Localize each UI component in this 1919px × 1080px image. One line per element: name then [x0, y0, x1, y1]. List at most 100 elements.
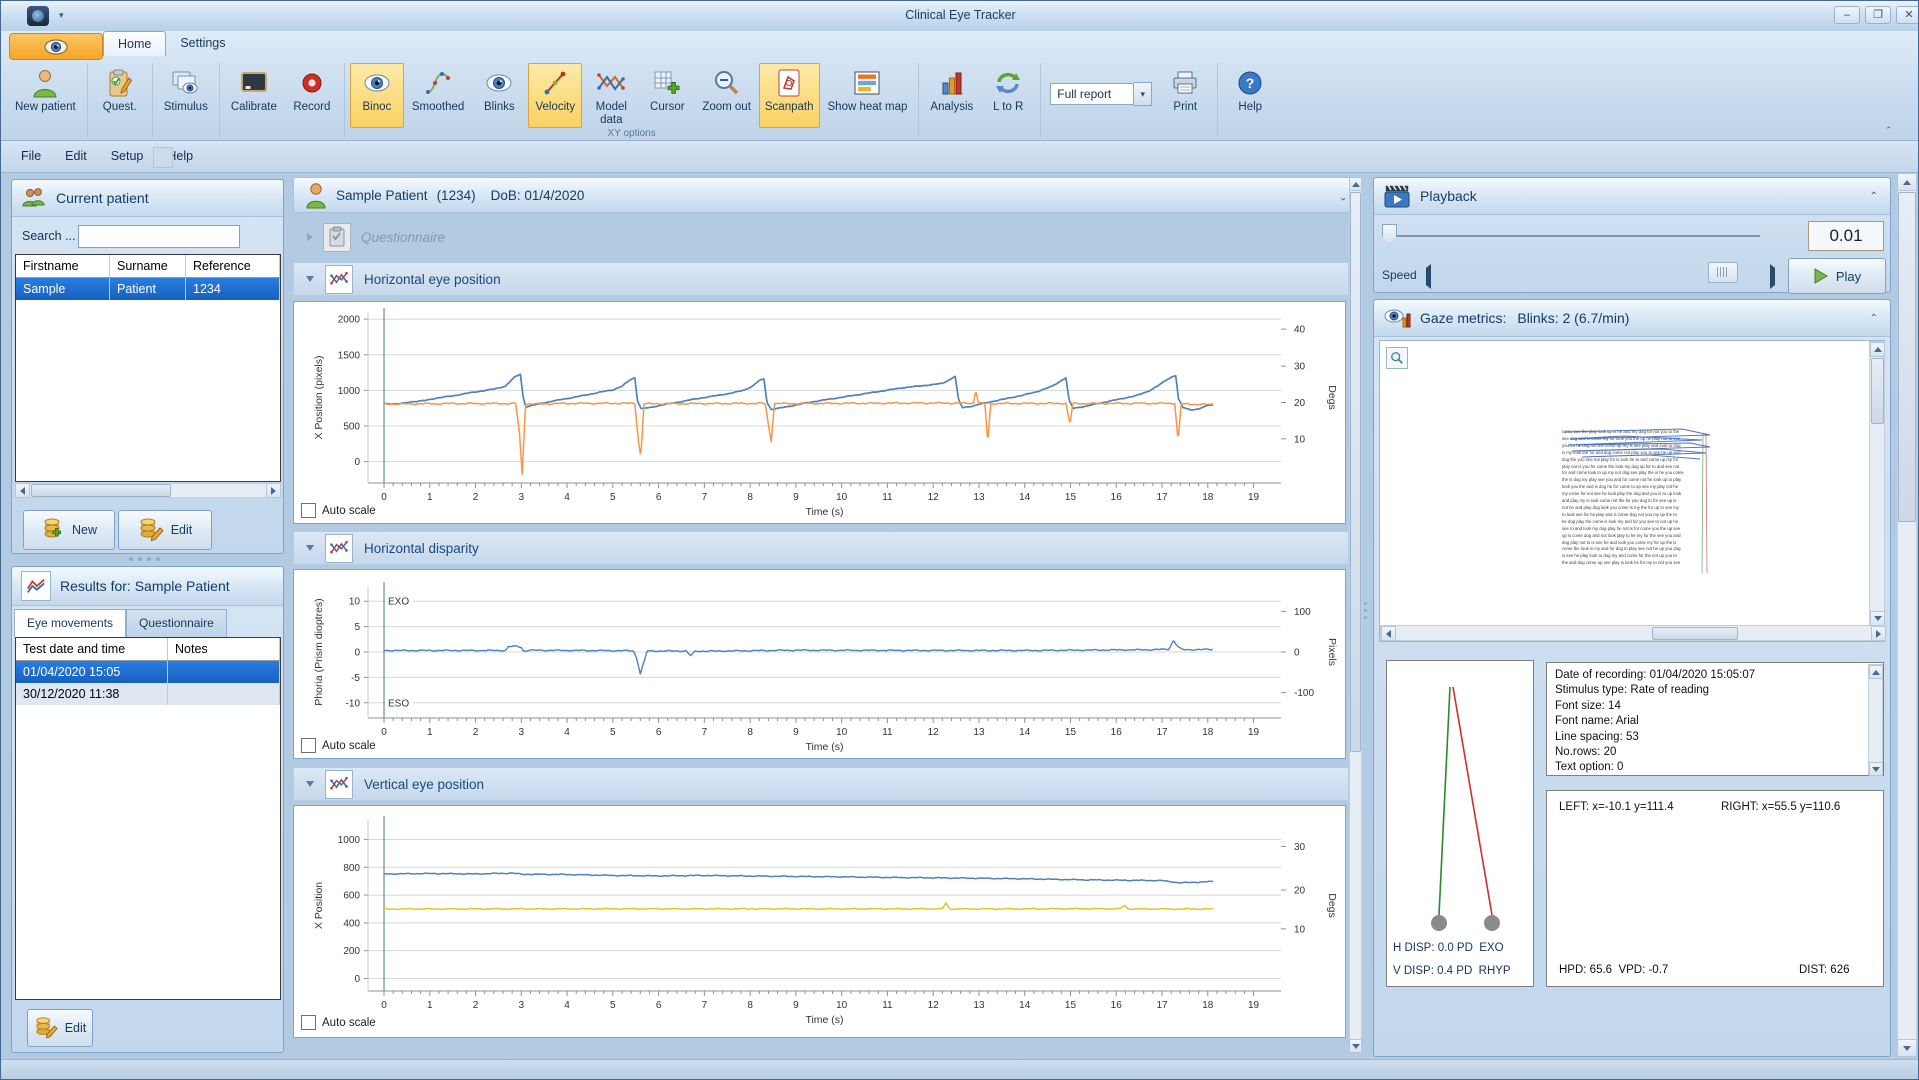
- section-header-horizontal-disparity[interactable]: Horizontal disparity: [293, 531, 1349, 565]
- playback-position-value[interactable]: 0.01: [1808, 221, 1884, 251]
- collapse-icon[interactable]: ⌃: [1870, 191, 1878, 202]
- auto-scale-checkbox[interactable]: [301, 503, 316, 518]
- play-button[interactable]: Play: [1788, 258, 1886, 294]
- new-patient-record-button[interactable]: New: [23, 510, 115, 550]
- collapse-icon[interactable]: [306, 545, 314, 551]
- ribbon-button-stimulus[interactable]: Stimulus: [158, 63, 214, 125]
- table-row[interactable]: 30/12/2020 11:38: [16, 683, 280, 705]
- playback-slider-track[interactable]: [1388, 235, 1760, 237]
- table-row[interactable]: SamplePatient1234: [16, 278, 280, 300]
- scroll-right-icon[interactable]: [266, 483, 281, 498]
- report-type-select[interactable]: Full report▾: [1050, 82, 1152, 106]
- ribbon-button-print[interactable]: Print: [1158, 63, 1212, 125]
- right-splitter[interactable]: [1363, 177, 1369, 1053]
- patient-table-hscrollbar[interactable]: [15, 483, 281, 498]
- expand-icon[interactable]: [307, 233, 313, 241]
- table-row[interactable]: 01/04/2020 15:05: [16, 661, 280, 683]
- maximize-button[interactable]: ❐: [1865, 6, 1891, 24]
- collapse-icon[interactable]: [306, 781, 314, 787]
- scroll-thumb[interactable]: [1898, 192, 1916, 522]
- ribbon-button-binoc[interactable]: Binoc: [350, 63, 404, 128]
- horizontal-disparity-chart[interactable]: -10-505101000-10001234567891011121314151…: [293, 569, 1346, 759]
- menu-file[interactable]: File: [9, 141, 53, 163]
- scanpath-hscrollbar[interactable]: [1380, 625, 1885, 641]
- ribbon-button-velocity[interactable]: Velocity: [528, 63, 582, 128]
- edit-patient-record-button[interactable]: Edit: [118, 510, 212, 550]
- ribbon-button-l-to-r[interactable]: L to R: [981, 63, 1035, 125]
- speed-slider-thumb[interactable]: [1708, 262, 1738, 283]
- section-header-horizontal-eye-position[interactable]: Horizontal eye position: [293, 262, 1349, 296]
- scroll-thumb[interactable]: [31, 484, 171, 497]
- application-button[interactable]: [9, 33, 103, 60]
- scroll-thumb[interactable]: [1350, 192, 1361, 752]
- scroll-up-icon[interactable]: [1869, 665, 1883, 679]
- ribbon-button-calibrate[interactable]: Calibrate: [225, 63, 283, 125]
- ribbon-button-smoothed[interactable]: Smoothed: [406, 63, 470, 128]
- scroll-thumb[interactable]: [1871, 358, 1884, 424]
- auto-scale-checkbox[interactable]: [301, 738, 316, 753]
- results-table[interactable]: Test date and timeNotes01/04/2020 15:053…: [15, 637, 281, 1000]
- scroll-up-icon[interactable]: [1897, 173, 1917, 191]
- menu-edit[interactable]: Edit: [53, 141, 99, 163]
- chevron-down-icon[interactable]: ⌃: [1339, 190, 1347, 201]
- menu-setup[interactable]: Setup: [99, 141, 156, 163]
- ribbon-group: Stimulus: [154, 61, 218, 139]
- tab-eye-movements[interactable]: Eye movements: [14, 609, 126, 637]
- ribbon-button-scanpath[interactable]: Scanpath: [759, 63, 820, 128]
- patient-table[interactable]: FirstnameSurnameReferenceSamplePatient12…: [15, 254, 281, 482]
- ribbon-button-zoom-out[interactable]: Zoom out: [696, 63, 757, 128]
- playback-slider-thumb[interactable]: [1382, 224, 1397, 244]
- scroll-down-icon[interactable]: [1869, 762, 1883, 776]
- column-header[interactable]: Firstname: [16, 255, 110, 277]
- ribbon-button-analysis[interactable]: Analysis: [924, 63, 979, 125]
- ribbon-button-new-patient[interactable]: New patient: [9, 63, 82, 125]
- ribbon-button-blinks[interactable]: Blinks: [472, 63, 526, 128]
- tab-questionnaire[interactable]: Questionnaire: [126, 609, 227, 637]
- ribbon-button-record[interactable]: Record: [285, 63, 339, 125]
- speed-decrease-icon[interactable]: [1426, 268, 1431, 286]
- scroll-right-icon[interactable]: [1871, 626, 1886, 641]
- minimize-button[interactable]: –: [1834, 6, 1860, 24]
- scroll-down-icon[interactable]: [1870, 611, 1885, 626]
- ribbon-button-cursor[interactable]: Cursor: [640, 63, 694, 128]
- column-header[interactable]: Notes: [168, 638, 280, 660]
- column-header[interactable]: Surname: [110, 255, 186, 277]
- auto-scale-checkbox[interactable]: [301, 1015, 316, 1030]
- chevron-down-icon[interactable]: ▾: [1134, 82, 1152, 106]
- scanpath-viewer[interactable]: come see the play look up is he and my d…: [1379, 340, 1885, 642]
- ribbon-button-model-data[interactable]: Model data: [584, 63, 638, 128]
- tab-home[interactable]: Home: [103, 31, 166, 56]
- vertical-eye-position-chart[interactable]: 0200400600800100010203001234567891011121…: [293, 805, 1346, 1038]
- main-vscrollbar[interactable]: [1349, 177, 1362, 1053]
- page-vscrollbar[interactable]: [1897, 173, 1917, 1057]
- questionnaire-section-row[interactable]: Questionnaire: [293, 220, 1349, 254]
- speed-increase-icon[interactable]: [1770, 268, 1775, 286]
- column-header[interactable]: Reference: [186, 255, 280, 277]
- scroll-left-icon[interactable]: [15, 483, 30, 498]
- ribbon-collapse-icon[interactable]: ⌃: [1885, 125, 1893, 136]
- scroll-left-icon[interactable]: [1381, 626, 1396, 641]
- playback-header: Playback ⌃: [1374, 178, 1890, 215]
- scanpath-vscrollbar[interactable]: [1869, 341, 1885, 625]
- scroll-up-icon[interactable]: [1870, 342, 1885, 357]
- column-header[interactable]: Test date and time: [16, 638, 168, 660]
- patient-summary-bar[interactable]: Sample Patient (1234) DoB: 01/4/2020 ⌃: [293, 177, 1360, 213]
- scroll-down-icon[interactable]: [1897, 1039, 1917, 1057]
- search-input[interactable]: [78, 225, 240, 248]
- magnifier-icon[interactable]: [1386, 347, 1408, 369]
- scroll-thumb[interactable]: [1652, 627, 1738, 640]
- close-button[interactable]: ✕: [1896, 6, 1919, 24]
- info-vscrollbar[interactable]: [1868, 664, 1883, 775]
- tab-settings[interactable]: Settings: [166, 31, 239, 55]
- ribbon-button-help[interactable]: ?Help: [1223, 63, 1277, 125]
- panel-splitter[interactable]: [129, 557, 165, 561]
- scroll-down-icon[interactable]: [1349, 1039, 1362, 1053]
- ribbon-button-quest[interactable]: Quest.: [93, 63, 147, 125]
- section-header-vertical-eye-position[interactable]: Vertical eye position: [293, 767, 1349, 801]
- collapse-icon[interactable]: ⌃: [1870, 313, 1878, 324]
- ribbon-button-show-heat-map[interactable]: Show heat map: [822, 63, 914, 128]
- scroll-up-icon[interactable]: [1349, 177, 1362, 191]
- collapse-icon[interactable]: [306, 276, 314, 282]
- horizontal-eye-position-chart[interactable]: 0500100015002000102030400123456789101112…: [293, 301, 1346, 524]
- edit-result-button[interactable]: Edit: [27, 1009, 93, 1047]
